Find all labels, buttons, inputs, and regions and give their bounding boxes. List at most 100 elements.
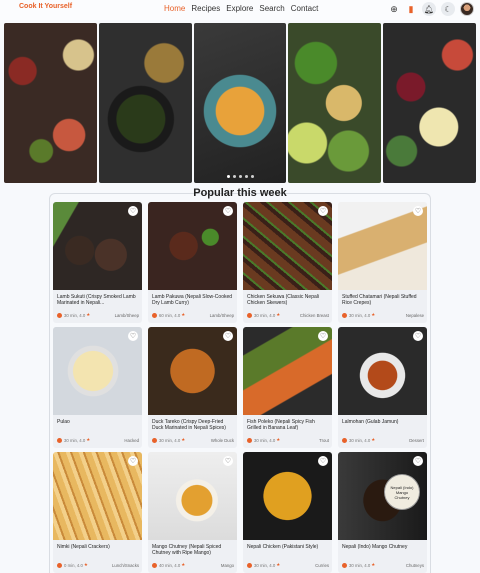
heart-icon[interactable]: ♡ (413, 206, 423, 216)
star-icon: ★ (276, 437, 281, 442)
recipe-title: Mango Chutney (Nepali Spiced Chutney wit… (152, 544, 222, 557)
star-icon: ★ (86, 312, 91, 317)
recipe-title: Pulao (57, 419, 70, 425)
recipe-meta: 30 min, 4.0 ★ Chicken Breast (247, 312, 329, 318)
heart-icon[interactable]: ♡ (318, 331, 328, 341)
recipe-card[interactable]: ♡ Pulao 30 min, 4.0 ★ Hacked (53, 327, 142, 448)
recipe-image: ♡ (53, 202, 142, 290)
recipe-category: Curries (315, 562, 329, 568)
star-icon: ★ (181, 437, 186, 442)
clock-icon (57, 562, 62, 568)
recipe-card[interactable]: ♡ Nimki (Nepali Crackers) 0 min, 4.0 ★ Lu… (53, 452, 142, 573)
recipe-card[interactable]: ♡ Chicken Sekuwa (Classic Nepali Chicken… (243, 202, 332, 323)
recipe-image: ♡ (53, 327, 142, 415)
hero-image-vegetables (288, 23, 382, 183)
carousel-dot[interactable] (226, 175, 230, 178)
recipe-image: ♡ (243, 452, 332, 540)
recipe-time-rating: 40 min, 4.0 (159, 562, 181, 568)
recipe-image: ♡ (338, 202, 427, 290)
site-logo[interactable]: Cook It Yourself (19, 3, 72, 10)
bell-icon[interactable]: 🔔︎ (422, 2, 436, 16)
heart-icon[interactable]: ♡ (318, 456, 328, 466)
heart-icon[interactable]: ♡ (318, 206, 328, 216)
recipe-title: Nepali Chicken (Pakistani Style) (247, 544, 319, 550)
recipe-meta: 30 min, 4.0 ★ Nepalese (342, 312, 424, 318)
star-icon: ★ (83, 562, 88, 567)
clock-icon (342, 312, 347, 318)
heart-icon[interactable]: ♡ (223, 206, 233, 216)
recipe-title: Stuffed Chatamari (Nepali Stuffed Rice C… (342, 294, 417, 307)
hero-image-charcuterie (4, 23, 97, 183)
recipe-title: Duck Tareko (Crispy Deep-Fried Duck Mari… (152, 419, 226, 432)
recipe-time-rating: 30 min, 4.0 (254, 437, 276, 443)
recipe-card[interactable]: ♡ Mango Chutney (Nepali Spiced Chutney w… (148, 452, 237, 573)
recipe-time-rating: 60 min, 4.0 (159, 312, 181, 318)
clock-icon (342, 562, 347, 568)
recipe-card[interactable]: ♡ Stuffed Chatamari (Nepali Stuffed Rice… (338, 202, 427, 323)
recipe-category: Chicken Breast (299, 312, 329, 318)
clock-icon (247, 562, 252, 568)
recipe-meta: 30 min, 4.0 ★ Lamb/Sheep (57, 312, 139, 318)
clock-icon (152, 437, 157, 443)
recipe-category: Lunch/Snacks (112, 562, 139, 568)
clock-icon (247, 437, 252, 443)
nav-home[interactable]: Home (164, 4, 185, 13)
carousel-dot[interactable] (250, 175, 254, 178)
recipe-time-rating: 30 min, 4.0 (64, 312, 86, 318)
recipe-card[interactable]: ♡ Fish Poleko (Nepali Spicy Fish Grilled… (243, 327, 332, 448)
user-avatar[interactable] (460, 2, 474, 16)
recipe-category: Hacked (124, 437, 139, 443)
nav-recipes[interactable]: Recipes (191, 4, 220, 13)
nav-search[interactable]: Search (259, 4, 284, 13)
heart-icon[interactable]: ♡ (128, 456, 138, 466)
heart-icon[interactable]: ♡ (223, 456, 233, 466)
recipe-image: ♡ (243, 327, 332, 415)
main-nav: Home Recipes Explore Search Contact (164, 4, 318, 13)
recipe-card[interactable]: ♡ Lamb Sukuti (Crispy Smoked Lamb Marina… (53, 202, 142, 323)
heart-icon[interactable]: ♡ (223, 331, 233, 341)
star-icon: ★ (181, 312, 186, 317)
recipe-time-rating: 30 min, 4.0 (254, 312, 276, 318)
carousel-dot[interactable] (238, 175, 242, 178)
clock-icon (152, 312, 157, 318)
nav-explore[interactable]: Explore (226, 4, 253, 13)
recipe-title: Nimki (Nepali Crackers) (57, 544, 110, 550)
heart-icon[interactable]: ♡ (128, 206, 138, 216)
recipe-title: Fish Poleko (Nepali Spicy Fish Grilled i… (247, 419, 315, 432)
hero-image-bowl (98, 23, 192, 183)
recipe-time-rating: 30 min, 4.0 (159, 437, 181, 443)
nav-contact[interactable]: Contact (291, 4, 319, 13)
recipe-card[interactable]: ♡ Lamb Pakuwa (Nepali Slow-Cooked Dry La… (148, 202, 237, 323)
hero-carousel[interactable] (4, 23, 476, 183)
recipe-category: Nepalese (405, 312, 424, 318)
clock-icon (247, 312, 252, 318)
recipe-card[interactable]: ♡ Lalmohan (Gulab Jamun) 30 min, 4.0 ★ De… (338, 327, 427, 448)
star-icon: ★ (371, 562, 376, 567)
recipe-title: Lalmohan (Gulab Jamun) (342, 419, 399, 425)
recipe-card[interactable]: ♡ Nepali Chicken (Pakistani Style) 30 mi… (243, 452, 332, 573)
moon-icon[interactable]: ☾ (441, 2, 455, 16)
star-icon: ★ (276, 562, 281, 567)
star-icon: ★ (371, 312, 376, 317)
heart-icon[interactable]: ♡ (413, 456, 423, 466)
add-circle-icon[interactable]: ⊕ (388, 3, 400, 15)
recipe-card[interactable]: ♡ Duck Tareko (Crispy Deep-Fried Duck Ma… (148, 327, 237, 448)
recipe-meta: 30 min, 4.0 ★ Dessert (342, 437, 424, 443)
recipe-category: Trout (319, 437, 329, 443)
clock-icon (342, 437, 347, 443)
recipe-title: Nepali (Indo) Mango Chutney (342, 544, 408, 550)
recipe-title: Chicken Sekuwa (Classic Nepali Chicken S… (247, 294, 319, 307)
carousel-dot[interactable] (232, 175, 236, 178)
star-icon: ★ (371, 437, 376, 442)
recipe-image: ♡ (148, 452, 237, 540)
recipe-category: Whole Duck (210, 437, 234, 443)
carousel-dot[interactable] (244, 175, 248, 178)
heart-icon[interactable]: ♡ (413, 331, 423, 341)
recipe-category: Lamb/Sheep (114, 312, 139, 318)
heart-icon[interactable]: ♡ (128, 331, 138, 341)
recipe-card[interactable]: Nepali (Indo) Mango Chutney ♡ Nepali (In… (338, 452, 427, 573)
recipe-image: ♡ (243, 202, 332, 290)
clock-icon (152, 562, 157, 568)
bookmark-icon[interactable]: ▮ (405, 3, 417, 15)
section-title: Popular this week (193, 187, 287, 199)
